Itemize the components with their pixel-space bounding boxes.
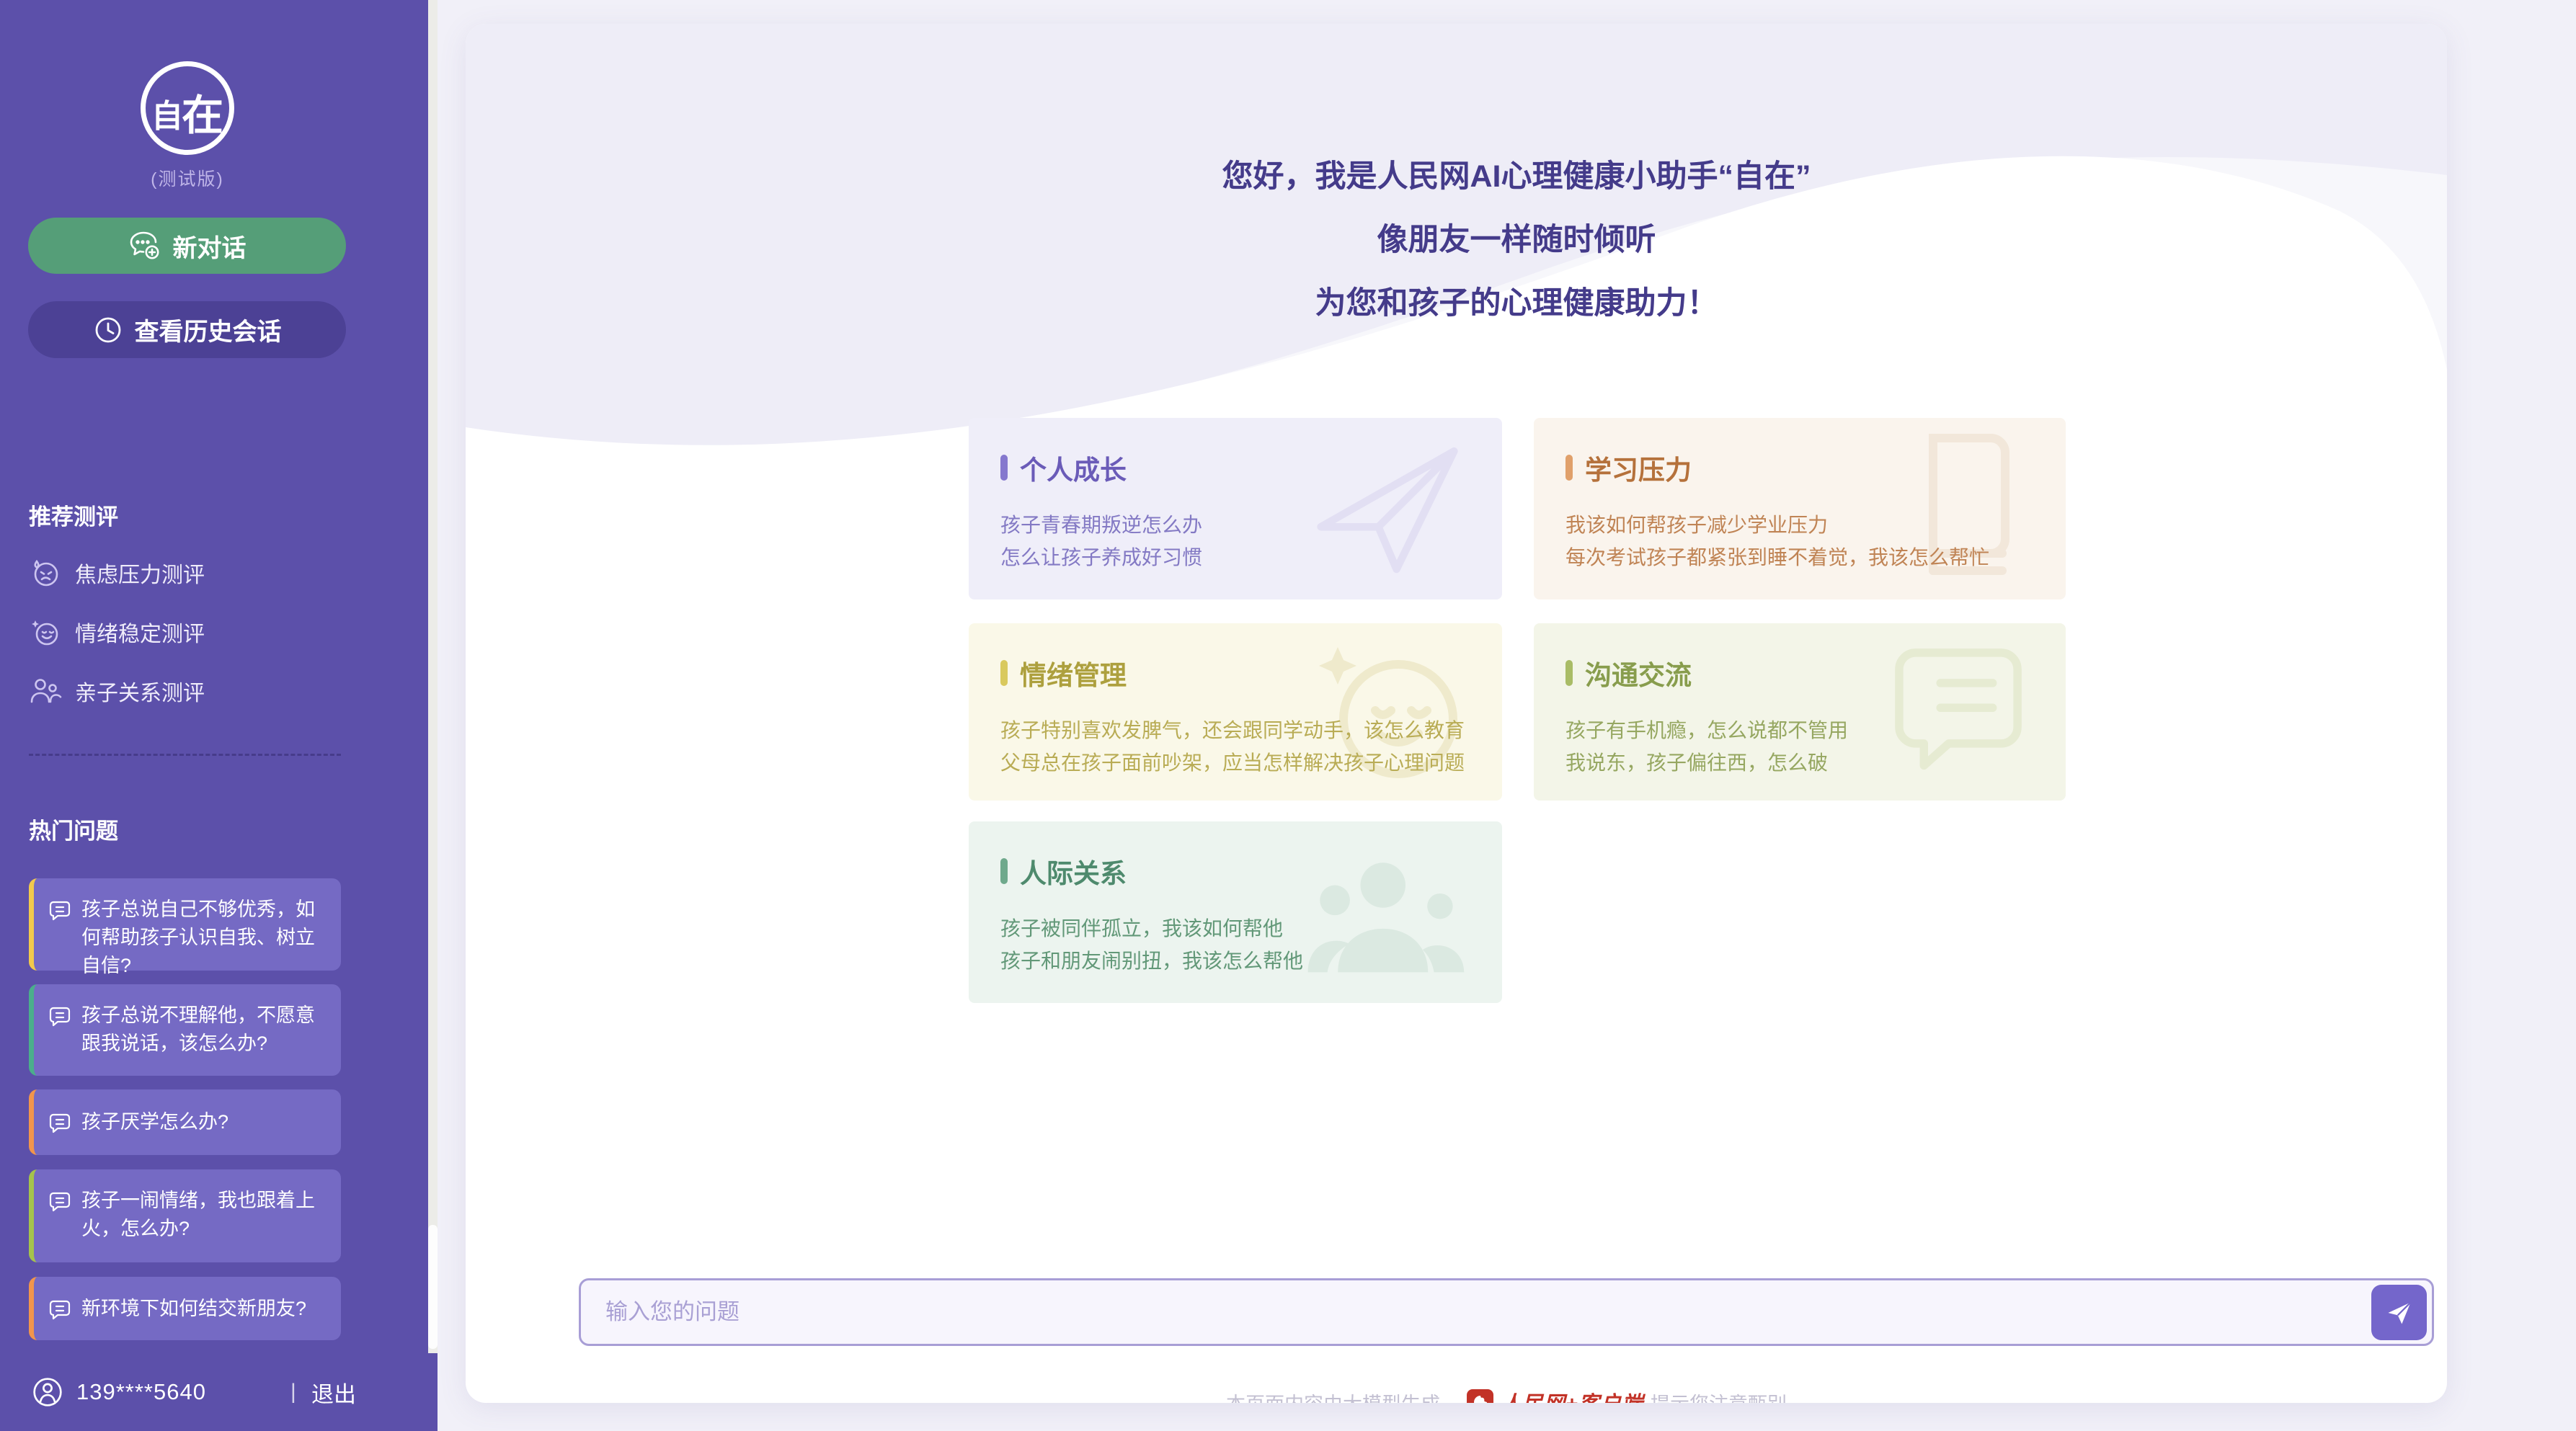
hot-question-text: 孩子一闹情绪，我也跟着上火，怎么办? <box>81 1187 328 1243</box>
logo-char-1: 自 <box>151 101 183 133</box>
app-logo: 自 在 (测试版) <box>0 61 375 191</box>
chat-bubble-icon <box>48 1112 71 1135</box>
hot-questions-title: 热门问题 <box>29 813 118 845</box>
headline-line-1: 您好，我是人民网AI心理健康小助手“自在” <box>1222 145 1811 208</box>
chat-bubble-icon <box>48 1005 71 1028</box>
category-example-line: 孩子特别喜欢发脾气，还会跟同学动手，该怎么教育 <box>1000 714 1470 746</box>
history-button[interactable]: 查看历史会话 <box>28 301 346 358</box>
headline-line-2: 像朋友一样随时倾听 <box>1222 208 1811 272</box>
category-example-line: 我说东，孩子偏往西，怎么破 <box>1565 746 2034 779</box>
hot-question-item[interactable]: 新环境下如何结交新朋友? <box>29 1277 341 1340</box>
hot-question-text: 孩子总说不理解他，不愿意跟我说话，该怎么办? <box>81 1002 328 1058</box>
send-button[interactable] <box>2371 1285 2427 1340</box>
category-examples: 我该如何帮孩子减少学业压力 每次考试孩子都紧张到睡不着觉，我该怎么帮忙 <box>1565 509 2034 574</box>
assessment-label: 亲子关系测评 <box>75 675 205 707</box>
hot-question-text: 孩子厌学怎么办? <box>81 1108 228 1136</box>
category-card-study-pressure[interactable]: 学习压力 我该如何帮孩子减少学业压力 每次考试孩子都紧张到睡不着觉，我该怎么帮忙 <box>1534 418 2066 599</box>
category-title: 人际关系 <box>1020 852 1127 891</box>
peoples-daily-app-icon <box>1467 1389 1493 1404</box>
user-avatar-icon <box>32 1376 63 1408</box>
anxious-face-icon <box>29 556 62 589</box>
disclaimer-text-before: 本页面内容由大模型生成， <box>1226 1388 1460 1404</box>
main-panel: 您好，我是人民网AI心理健康小助手“自在” 像朋友一样随时倾听 为您和孩子的心理… <box>466 24 2447 1403</box>
hot-question-text: 新环境下如何结交新朋友? <box>81 1295 306 1323</box>
category-title-row: 情绪管理 <box>1000 654 1470 692</box>
hot-question-item[interactable]: 孩子总说自己不够优秀，如何帮助孩子认识自我、树立自信? <box>29 878 341 971</box>
new-chat-label: 新对话 <box>173 228 247 264</box>
calm-face-icon <box>29 615 62 648</box>
chat-bubble-icon <box>48 1190 71 1213</box>
title-accent-bar <box>1000 455 1008 481</box>
headline-line-3: 为您和孩子的心理健康助力！ <box>1222 272 1811 335</box>
category-example-line: 怎么让孩子养成好习惯 <box>1000 541 1470 574</box>
category-example-line: 孩子有手机瘾，怎么说都不管用 <box>1565 714 2034 746</box>
hot-question-item[interactable]: 孩子厌学怎么办? <box>29 1089 341 1155</box>
sidebar: 自 在 (测试版) 新对话 查看历史会话 推荐测评 焦虑压力测评 <box>0 0 428 1431</box>
title-accent-bar <box>1000 858 1008 884</box>
category-example-line: 孩子和朋友闹别扭，我该怎么帮他 <box>1000 945 1470 977</box>
category-example-line: 孩子青春期叛逆怎么办 <box>1000 509 1470 541</box>
category-card-personal-growth[interactable]: 个人成长 孩子青春期叛逆怎么办 怎么让孩子养成好习惯 <box>969 418 1502 599</box>
category-example-line: 每次考试孩子都紧张到睡不着觉，我该怎么帮忙 <box>1565 541 2034 574</box>
category-card-communication[interactable]: 沟通交流 孩子有手机瘾，怎么说都不管用 我说东，孩子偏往西，怎么破 <box>1534 623 2066 801</box>
category-title-row: 沟通交流 <box>1565 654 2034 692</box>
welcome-headline: 您好，我是人民网AI心理健康小助手“自在” 像朋友一样随时倾听 为您和孩子的心理… <box>1222 145 1811 335</box>
category-title-row: 个人成长 <box>1000 448 1470 487</box>
chat-bubble-icon <box>48 899 71 922</box>
beta-caption: (测试版) <box>0 165 375 191</box>
assessment-anxiety[interactable]: 焦虑压力测评 <box>29 550 341 595</box>
category-examples: 孩子特别喜欢发脾气，还会跟同学动手，该怎么教育 父母总在孩子面前吵架，应当怎样解… <box>1000 714 1470 779</box>
category-title: 学习压力 <box>1585 448 1692 487</box>
send-plane-icon <box>2385 1298 2414 1327</box>
peoples-daily-app-label: 人民网+客户端 <box>1501 1387 1643 1403</box>
logo-char-2: 在 <box>182 95 223 137</box>
chat-plus-icon <box>128 231 161 261</box>
assessments-title: 推荐测评 <box>29 499 118 531</box>
category-examples: 孩子有手机瘾，怎么说都不管用 我说东，孩子偏往西，怎么破 <box>1565 714 2034 779</box>
category-card-interpersonal[interactable]: 人际关系 孩子被同伴孤立，我该如何帮他 孩子和朋友闹别扭，我该怎么帮他 <box>969 821 1502 1003</box>
user-phone: 139****5640 <box>76 1379 206 1405</box>
disclaimer-footer: 本页面内容由大模型生成， 人民网+客户端 提示您注意甄别 <box>1226 1387 1787 1403</box>
category-title-row: 学习压力 <box>1565 448 2034 487</box>
disclaimer-text-after: 提示您注意甄别 <box>1651 1388 1787 1404</box>
category-example-line: 父母总在孩子面前吵架，应当怎样解决孩子心理问题 <box>1000 746 1470 779</box>
history-label: 查看历史会话 <box>135 312 282 347</box>
category-card-emotion-management[interactable]: 情绪管理 孩子特别喜欢发脾气，还会跟同学动手，该怎么教育 父母总在孩子面前吵架，… <box>969 623 1502 801</box>
new-chat-button[interactable]: 新对话 <box>28 218 346 274</box>
category-title: 个人成长 <box>1020 448 1127 487</box>
chat-bubble-icon <box>48 1298 71 1321</box>
title-accent-bar <box>1565 660 1573 686</box>
assessment-label: 焦虑压力测评 <box>75 557 205 589</box>
category-title: 情绪管理 <box>1020 654 1127 692</box>
assessment-emotion[interactable]: 情绪稳定测评 <box>29 610 341 654</box>
category-example-line: 我该如何帮孩子减少学业压力 <box>1565 509 2034 541</box>
category-title: 沟通交流 <box>1585 654 1692 692</box>
clock-icon <box>93 315 123 345</box>
sidebar-divider <box>29 754 341 756</box>
user-bar-divider: | <box>290 1380 296 1404</box>
category-examples: 孩子被同伴孤立，我该如何帮他 孩子和朋友闹别扭，我该怎么帮他 <box>1000 912 1470 977</box>
hot-question-item[interactable]: 孩子总说不理解他，不愿意跟我说话，该怎么办? <box>29 984 341 1076</box>
parent-child-icon <box>29 674 62 708</box>
category-example-line: 孩子被同伴孤立，我该如何帮他 <box>1000 912 1470 945</box>
assessment-label: 情绪稳定测评 <box>75 616 205 648</box>
hot-question-item[interactable]: 孩子一闹情绪，我也跟着上火，怎么办? <box>29 1169 341 1262</box>
title-accent-bar <box>1565 455 1573 481</box>
category-title-row: 人际关系 <box>1000 852 1470 891</box>
category-examples: 孩子青春期叛逆怎么办 怎么让孩子养成好习惯 <box>1000 509 1470 574</box>
logout-button[interactable]: 退出 <box>311 1376 356 1409</box>
sidebar-scrollbar-thumb[interactable] <box>428 1225 438 1349</box>
question-input[interactable] <box>579 1278 2434 1346</box>
zizai-logo-icon: 自 在 <box>141 61 234 155</box>
title-accent-bar <box>1000 660 1008 686</box>
user-bar: 139****5640 | 退出 <box>0 1353 438 1431</box>
hot-question-text: 孩子总说自己不够优秀，如何帮助孩子认识自我、树立自信? <box>81 896 328 980</box>
sidebar-scrollbar-track <box>428 0 438 1431</box>
assessment-parent-child[interactable]: 亲子关系测评 <box>29 669 341 713</box>
